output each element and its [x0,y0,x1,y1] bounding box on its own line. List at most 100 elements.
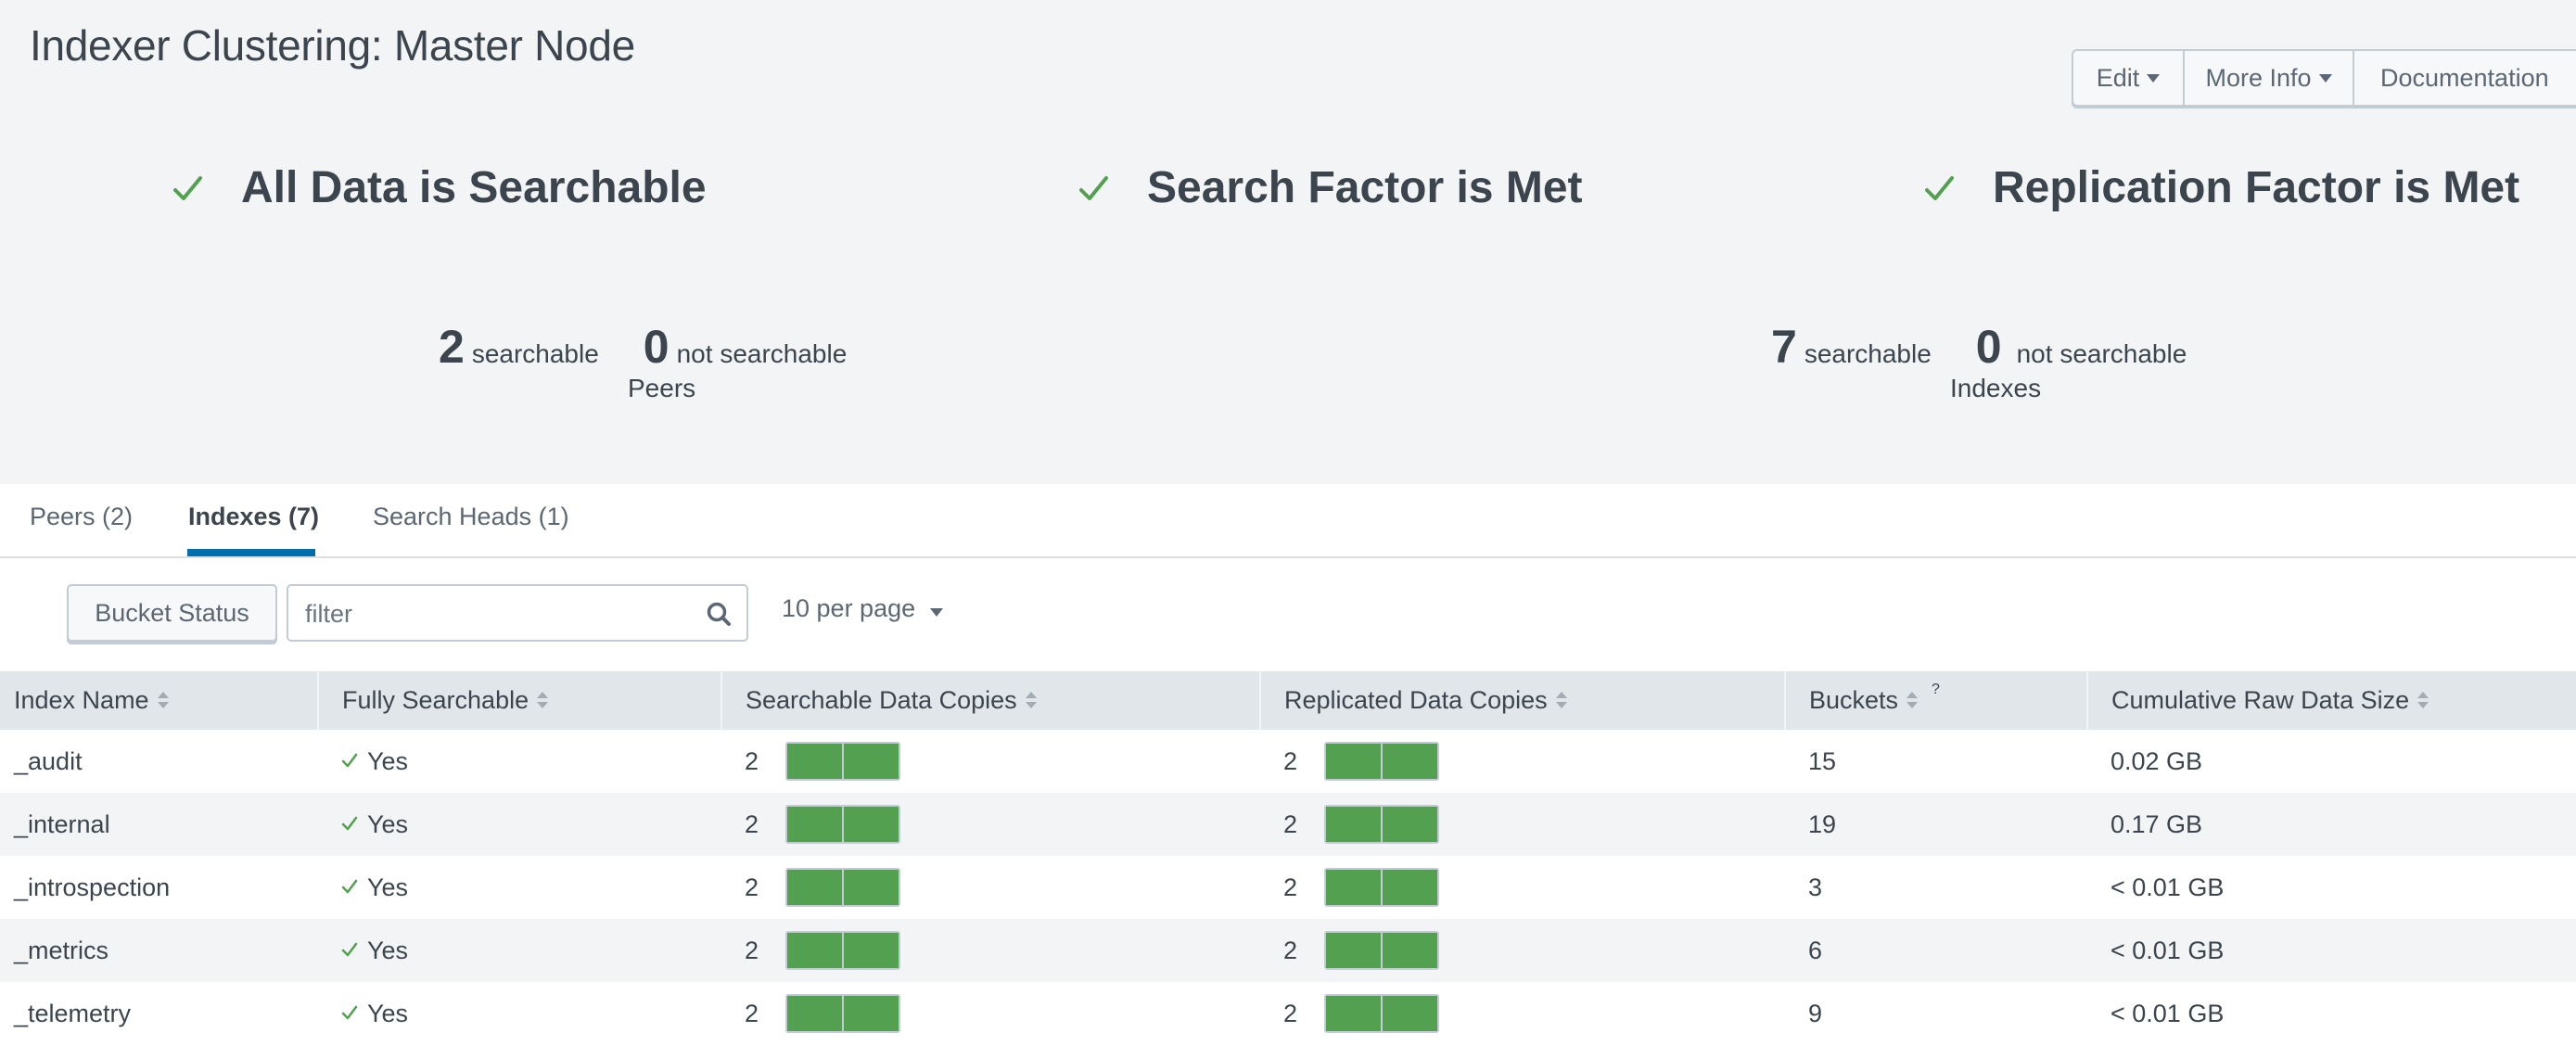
column-header-replicated-data-copies[interactable]: Replicated Data Copies [1260,671,1786,730]
replicated-copies-bar [1324,931,1439,970]
searchable-copies-bar [785,994,900,1033]
page-actions-button-group: Edit More Info Documentation [2072,49,2576,107]
active-tab-indicator [187,549,315,556]
raw-data-size-value: < 0.01 GB [2111,999,2225,1027]
copy-segment [844,807,899,842]
buckets-value: 19 [1808,809,1837,838]
sort-icon [2417,691,2429,708]
tab-bar: Peers (2) Indexes (7) Search Heads (1) [0,484,2576,558]
indexes-not-searchable-label: not searchable [2016,339,2187,368]
filter-input[interactable] [303,586,678,642]
fully-searchable-value: Yes [367,873,409,901]
per-page-label: 10 per page [782,594,916,622]
copy-segment [1383,744,1437,779]
raw-data-size-cell: < 0.01 GB [2087,982,2576,1045]
edit-button-label: Edit [2096,63,2140,92]
bucket-status-button[interactable]: Bucket Status [67,584,277,642]
sort-icon [537,691,549,708]
searchable-copies-count: 2 [745,999,759,1027]
help-icon[interactable]: ? [1932,682,1940,697]
buckets-value: 15 [1808,746,1837,775]
replicated-copies-count: 2 [1283,873,1298,901]
searchable-copies-cell: 2 [721,730,1260,793]
column-header-cumulative-raw-data-size[interactable]: Cumulative Raw Data Size [2087,671,2576,730]
peers-not-searchable-label: not searchable [676,339,848,368]
replicated-copies-cell: 2 [1260,919,1785,982]
copy-segment [844,933,899,968]
column-header-buckets[interactable]: Buckets? [1785,671,2088,730]
more-info-button[interactable]: More Info [2185,51,2354,105]
copy-segment [844,744,899,779]
caret-down-icon [2318,73,2332,83]
column-header-fully-searchable[interactable]: Fully Searchable [318,671,722,730]
status-search-factor-met: Search Factor is Met [1078,162,1583,213]
raw-data-size-value: < 0.01 GB [2111,873,2225,901]
raw-data-size-value: 0.02 GB [2111,746,2203,775]
searchable-copies-count: 2 [745,936,759,964]
replicated-copies-bar [1324,868,1439,907]
checkmark-icon [341,943,358,957]
copy-segment [787,933,842,968]
searchable-copies-cell: 2 [721,919,1260,982]
fully-searchable-value: Yes [367,936,409,964]
raw-data-size-cell: 0.02 GB [2087,730,2576,793]
indexes-searchable-count: 7 [1771,321,1797,373]
searchable-copies-bar [785,931,900,970]
fully-searchable-value: Yes [367,999,409,1027]
index-name[interactable]: _audit [14,747,83,775]
column-header-index-name[interactable]: Index Name [0,671,319,730]
table-header-row: Index Name Fully Searchable Searchable D… [0,671,2576,730]
fully-searchable-cell: Yes [318,793,721,856]
edit-button[interactable]: Edit [2073,51,2185,105]
index-name[interactable]: _metrics [14,937,108,964]
copy-segment [844,996,899,1031]
copy-segment [844,870,899,905]
copy-segment [1383,933,1437,968]
copy-segment [787,744,842,779]
caret-down-icon [2147,73,2161,83]
index-name-cell: _metrics [0,919,318,982]
searchable-copies-cell: 2 [721,793,1260,856]
fully-searchable-cell: Yes [318,730,721,793]
index-name[interactable]: _internal [14,810,110,838]
index-name-cell: _audit [0,730,318,793]
copy-segment [1326,744,1381,779]
buckets-cell: 19 [1785,793,2087,856]
replicated-copies-bar [1324,742,1439,781]
raw-data-size-cell: 0.17 GB [2087,793,2576,856]
buckets-cell: 15 [1785,730,2087,793]
table-row: _internal Yes 2 2 19 0.17 GB [0,793,2576,856]
page-title: Indexer Clustering: Master Node [30,21,635,70]
replicated-copies-bar [1324,805,1439,844]
replicated-copies-cell: 2 [1260,982,1785,1045]
fully-searchable-value: Yes [367,746,409,775]
buckets-value: 9 [1808,999,1823,1027]
table-row: _introspection Yes 2 2 3 < 0.01 GB [0,856,2576,919]
copy-segment [1383,870,1437,905]
copy-segment [1326,996,1381,1031]
more-info-button-label: More Info [2205,63,2312,92]
checkmark-icon [173,175,202,200]
sort-icon [157,691,169,708]
peers-searchable-count: 2 [439,321,465,373]
documentation-button[interactable]: Documentation [2354,51,2576,105]
tab-peers[interactable]: Peers (2) [30,503,133,531]
tab-search-heads[interactable]: Search Heads (1) [373,503,569,531]
raw-data-size-cell: < 0.01 GB [2087,856,2576,919]
cluster-status-header: Indexer Clustering: Master Node Edit Mor… [0,0,2576,484]
index-name-cell: _introspection [0,856,318,919]
index-name[interactable]: _telemetry [14,1000,131,1027]
sort-icon [1025,691,1037,708]
copy-segment [787,807,842,842]
tab-indexes[interactable]: Indexes (7) [188,503,319,531]
per-page-dropdown[interactable]: 10 per page [782,594,943,623]
fully-searchable-value: Yes [367,809,409,838]
buckets-cell: 9 [1785,982,2087,1045]
copy-segment [1326,807,1381,842]
table-row: _telemetry Yes 2 2 9 < 0.01 GB [0,982,2576,1045]
index-name[interactable]: _introspection [14,873,170,901]
column-header-searchable-data-copies[interactable]: Searchable Data Copies [721,671,1261,730]
copy-segment [787,870,842,905]
status-label: Search Factor is Met [1147,163,1583,212]
search-icon[interactable] [706,601,732,627]
